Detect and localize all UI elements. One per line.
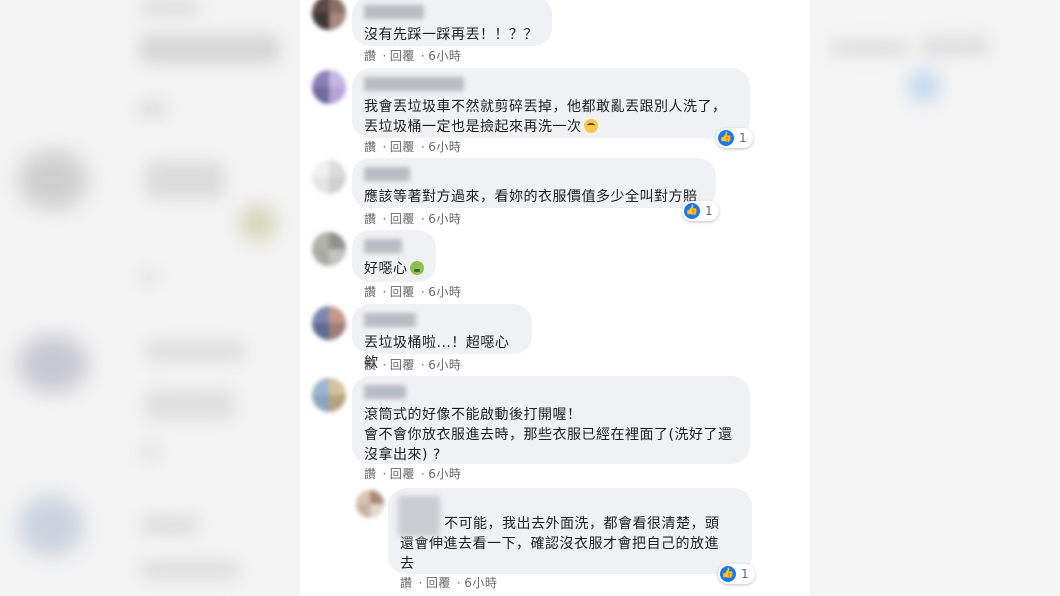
commenter-name[interactable] <box>398 496 440 536</box>
reply-link[interactable]: 回覆 <box>390 285 415 299</box>
like-link[interactable]: 讚 <box>364 467 377 481</box>
reaction-count[interactable]: 👍 1 <box>718 564 755 584</box>
comment-text: 沒有先踩一踩再丟！！？？ <box>364 27 538 43</box>
comment-actions: 讚 · 回覆 · 6小時 <box>400 576 498 590</box>
comment-text: 滾筒式的好像不能啟動後打開喔！ 會不會你放衣服進去時，那些衣服已經在裡面了(洗好… <box>364 407 733 463</box>
nauseated-face-icon <box>409 261 424 275</box>
blurred-right-panel <box>810 0 1060 596</box>
like-link[interactable]: 讚 <box>364 212 377 226</box>
thumbs-up-icon: 👍 <box>684 203 700 219</box>
commenter-name[interactable] <box>364 313 416 327</box>
reaction-count[interactable]: 👍 1 <box>682 201 719 221</box>
avatar[interactable] <box>312 306 346 340</box>
avatar[interactable] <box>312 70 346 104</box>
like-link[interactable]: 讚 <box>400 576 413 590</box>
reply-avatar[interactable] <box>356 490 384 518</box>
rolling-eyes-icon <box>583 119 598 133</box>
reply-link[interactable]: 回覆 <box>426 576 451 590</box>
comment-bubble: 我會丟垃圾車不然就剪碎丟掉，他都敢亂丟跟別人洗了， 丟垃圾桶一定也是撿起來再洗一… <box>352 68 750 138</box>
comment-text: 我會丟垃圾車不然就剪碎丟掉，他都敢亂丟跟別人洗了， 丟垃圾桶一定也是撿起來再洗一… <box>364 99 727 135</box>
reply-link[interactable]: 回覆 <box>390 467 415 481</box>
blurred-left-panel <box>0 0 300 596</box>
like-link[interactable]: 讚 <box>364 358 377 372</box>
comment-actions: 讚 · 回覆 · 6小時 <box>364 212 462 226</box>
comment-text: 好噁心 <box>364 259 424 279</box>
timestamp[interactable]: 6小時 <box>428 467 461 481</box>
reply-link[interactable]: 回覆 <box>390 212 415 226</box>
like-link[interactable]: 讚 <box>364 49 377 63</box>
commenter-name[interactable] <box>364 239 402 253</box>
avatar[interactable] <box>312 0 346 30</box>
reply-link[interactable]: 回覆 <box>390 49 415 63</box>
timestamp[interactable]: 6小時 <box>428 212 461 226</box>
reply-link[interactable]: 回覆 <box>390 140 415 154</box>
comment-bubble: 好噁心 <box>352 230 436 282</box>
timestamp[interactable]: 6小時 <box>428 49 461 63</box>
avatar[interactable] <box>312 232 346 266</box>
commenter-name[interactable] <box>364 5 424 19</box>
thumbs-up-icon: 👍 <box>718 130 734 146</box>
commenter-name[interactable] <box>364 167 410 181</box>
avatar[interactable] <box>312 160 346 194</box>
comment-bubble: 應該等著對方過來，看妳的衣服價值多少全叫對方賠 <box>352 158 716 208</box>
comment-text: 不可能，我出去外面洗，都會看很清楚，頭 還會伸進去看一下，確認沒衣服才會把自己的… <box>400 516 720 572</box>
timestamp[interactable]: 6小時 <box>464 576 497 590</box>
like-link[interactable]: 讚 <box>364 140 377 154</box>
comment-actions: 讚 · 回覆 · 6小時 <box>364 467 462 481</box>
comment-actions: 讚 · 回覆 · 6小時 <box>364 49 462 63</box>
timestamp[interactable]: 6小時 <box>428 285 461 299</box>
comment-text: 應該等著對方過來，看妳的衣服價值多少全叫對方賠 <box>364 189 698 205</box>
commenter-name[interactable] <box>364 77 464 91</box>
reply-link[interactable]: 回覆 <box>390 358 415 372</box>
commenter-name[interactable] <box>364 385 406 399</box>
timestamp[interactable]: 6小時 <box>428 358 461 372</box>
like-link[interactable]: 讚 <box>364 285 377 299</box>
timestamp[interactable]: 6小時 <box>428 140 461 154</box>
thumbs-up-icon: 👍 <box>720 566 736 582</box>
reply-bubble: 不可能，我出去外面洗，都會看很清楚，頭 還會伸進去看一下，確認沒衣服才會把自己的… <box>388 488 752 574</box>
comment-bubble: 丟垃圾桶啦...！超噁心欸 <box>352 304 532 371</box>
avatar[interactable] <box>312 378 346 412</box>
comment-bubble: 滾筒式的好像不能啟動後打開喔！ 會不會你放衣服進去時，那些衣服已經在裡面了(洗好… <box>352 376 750 464</box>
comment-actions: 讚 · 回覆 · 6小時 <box>364 140 462 154</box>
comment-bubble: 沒有先踩一踩再丟！！？？ <box>352 0 552 46</box>
comment-actions: 讚 · 回覆 · 6小時 <box>364 358 462 372</box>
comment-feed: 沒有先踩一踩再丟！！？？ 讚 · 回覆 · 6小時 我會丟垃圾車不然就剪碎丟掉，他都敢亂… <box>300 0 810 596</box>
reaction-count[interactable]: 👍 1 <box>716 128 753 148</box>
comment-actions: 讚 · 回覆 · 6小時 <box>364 285 462 299</box>
